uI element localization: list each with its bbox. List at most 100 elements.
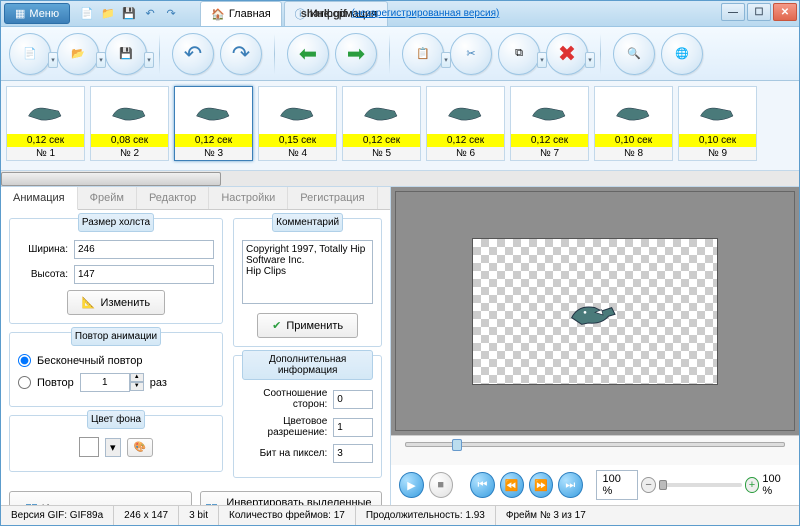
frame-image (427, 87, 504, 134)
delete-button[interactable]: ✖▾ (546, 33, 588, 75)
redo-button[interactable]: ↷ (220, 33, 262, 75)
colres-label: Цветовое разрешение: (242, 416, 327, 438)
undo-icon: ↶ (184, 41, 202, 67)
property-tab[interactable]: Фрейм (78, 187, 137, 209)
group-title: Размер холста (78, 213, 154, 232)
resize-button[interactable]: 📐Изменить (67, 290, 165, 315)
home-icon: 🏠 (211, 8, 225, 21)
maximize-button[interactable]: ☐ (747, 3, 771, 21)
color-picker-button[interactable]: 🎨 (127, 438, 153, 457)
copy-button[interactable]: ⧉▾ (498, 33, 540, 75)
undo-button[interactable]: ↶ (172, 33, 214, 75)
qat-undo-icon[interactable]: ↶ (141, 5, 159, 23)
next-frame-button[interactable]: ⏩ (529, 472, 553, 498)
group-title: Дополнительная информация (242, 350, 373, 380)
property-tab[interactable]: Редактор (137, 187, 209, 209)
infinite-radio[interactable] (18, 354, 31, 367)
zoom-slider[interactable] (659, 483, 742, 487)
frame-thumbnail[interactable]: 0,10 сек№ 8 (594, 86, 673, 161)
invert-animation-button[interactable]: Инвертировать анимацию (9, 491, 192, 505)
web-button[interactable]: 🌐 (661, 33, 703, 75)
property-tab[interactable]: Регистрация (288, 187, 377, 209)
prev-frame-button[interactable]: ⏪ (500, 472, 524, 498)
frame-time: 0,12 сек (427, 134, 504, 147)
tab-main[interactable]: 🏠Главная (200, 1, 282, 26)
spin-up-icon[interactable]: ▲ (130, 373, 144, 382)
zoom-out-button[interactable]: − (641, 477, 656, 493)
app-icon: ▦ (15, 7, 25, 20)
property-tab[interactable]: Анимация (1, 187, 78, 210)
frame-thumbnail[interactable]: 0,15 сек№ 4 (258, 86, 337, 161)
dropdown-icon[interactable]: ▾ (144, 52, 154, 68)
new-button[interactable]: 📄▾ (9, 33, 51, 75)
repeat-count-input[interactable] (80, 373, 130, 392)
frame-thumbnail[interactable]: 0,12 сек№ 6 (426, 86, 505, 161)
open-button[interactable]: 📂▾ (57, 33, 99, 75)
spin-down-icon[interactable]: ▼ (130, 382, 144, 391)
bpp-input[interactable] (333, 444, 373, 463)
redo-icon: ↷ (232, 41, 250, 67)
height-input[interactable] (74, 265, 214, 284)
frame-image (7, 87, 84, 134)
last-button[interactable]: ⏭ (558, 472, 582, 498)
minimize-button[interactable]: — (721, 3, 745, 21)
frame-image (259, 87, 336, 134)
aspect-input[interactable] (333, 390, 373, 409)
frame-thumbnail[interactable]: 0,12 сек№ 7 (510, 86, 589, 161)
next-button[interactable]: ➡ (335, 33, 377, 75)
apply-comment-button[interactable]: ✔Применить (257, 313, 358, 338)
slider-thumb[interactable] (452, 439, 462, 451)
qat-open-icon[interactable]: 📁 (99, 5, 117, 23)
comment-textarea[interactable]: Copyright 1997, Totally Hip Software Inc… (242, 240, 373, 304)
playback-controls: ▶ ■ ⏮ ⏪ ⏩ ⏭ 100 % − + 100 % (391, 465, 799, 505)
status-dimensions: 246 x 147 (114, 506, 179, 525)
stop-button[interactable]: ■ (429, 472, 453, 498)
invert-selected-button[interactable]: Инвертировать выделенные фреймы (200, 491, 383, 505)
close-button[interactable]: ✕ (773, 3, 797, 21)
paste-icon: 📋 (416, 47, 430, 60)
qat-new-icon[interactable]: 📄 (78, 5, 96, 23)
preview-area[interactable] (395, 191, 795, 431)
copy-icon: ⧉ (515, 47, 523, 60)
zoom-value[interactable]: 100 % (596, 470, 639, 500)
find-button[interactable]: 🔍 (613, 33, 655, 75)
cut-button[interactable]: ✂ (450, 33, 492, 75)
dropdown-icon[interactable]: ▾ (105, 438, 121, 457)
frame-image (175, 87, 252, 134)
dropdown-icon[interactable]: ▾ (585, 52, 595, 68)
playback-slider[interactable] (405, 442, 785, 447)
open-icon: 📂 (71, 47, 85, 60)
save-button[interactable]: 💾▾ (105, 33, 147, 75)
width-input[interactable] (74, 240, 214, 259)
menu-button[interactable]: ▦Меню (4, 3, 70, 24)
delete-icon: ✖ (558, 41, 576, 67)
frame-thumbnail[interactable]: 0,12 сек№ 5 (342, 86, 421, 161)
paste-button[interactable]: 📋▾ (402, 33, 444, 75)
frame-thumbnail[interactable]: 0,12 сек№ 1 (6, 86, 85, 161)
repeat-radio[interactable] (18, 376, 31, 389)
frame-thumbnail[interactable]: 0,12 сек№ 3 (174, 86, 253, 161)
scrollbar-thumb[interactable] (1, 172, 221, 186)
repeat-count-spinner[interactable]: ▲▼ (80, 373, 144, 392)
frame-thumbnail[interactable]: 0,08 сек№ 2 (90, 86, 169, 161)
qat-redo-icon[interactable]: ↷ (162, 5, 180, 23)
zoom-thumb[interactable] (659, 480, 667, 490)
height-label: Высота: (18, 269, 68, 280)
frame-thumbnail[interactable]: 0,10 сек№ 9 (678, 86, 757, 161)
zoom-in-button[interactable]: + (745, 477, 760, 493)
first-button[interactable]: ⏮ (470, 472, 494, 498)
status-duration: Продолжительность: 1.93 (356, 506, 496, 525)
property-tab[interactable]: Настройки (209, 187, 288, 209)
color-swatch[interactable] (79, 437, 99, 457)
frame-time: 0,12 сек (511, 134, 588, 147)
frames-scrollbar[interactable] (1, 171, 799, 187)
play-button[interactable]: ▶ (399, 472, 423, 498)
frames-strip[interactable]: 0,12 сек№ 10,08 сек№ 20,12 сек№ 30,15 се… (1, 81, 799, 171)
qat-save-icon[interactable]: 💾 (120, 5, 138, 23)
prev-button[interactable]: ⬅ (287, 33, 329, 75)
status-version: Версия GIF: GIF89a (1, 506, 114, 525)
unregistered-link[interactable]: (незарегистрированная версия) (352, 8, 500, 19)
invert-row: Инвертировать анимацию Инвертировать выд… (1, 486, 390, 505)
colres-input[interactable] (333, 418, 373, 437)
quick-access-toolbar: 📄 📁 💾 ↶ ↷ (78, 5, 180, 23)
